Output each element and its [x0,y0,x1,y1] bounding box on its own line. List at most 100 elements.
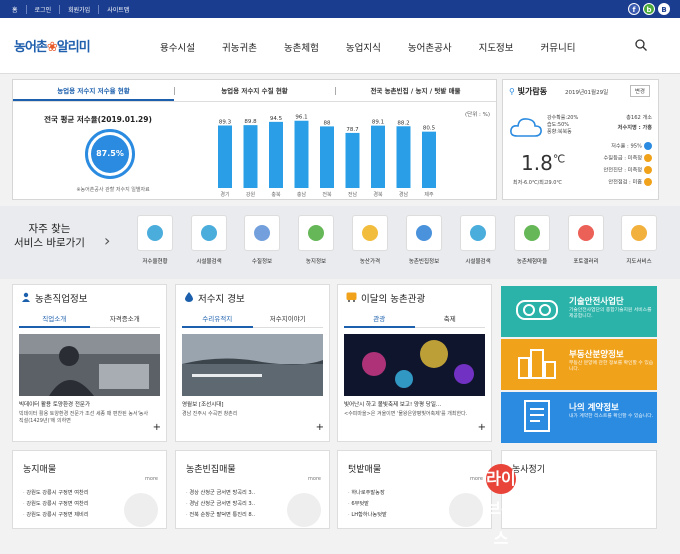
list-item[interactable]: 6무텃밭 [348,499,387,510]
banner-real-estate[interactable]: 부동산분양정보 부동산 분양에 관한 정보를 확인할 수 있습니다. [501,339,657,390]
buildings-icon [518,349,556,379]
weather-date: 2019년01월29일 [565,90,609,96]
service-icon [621,215,657,251]
service-item[interactable]: 농촌체험마을 [507,215,557,265]
band-icon[interactable]: B [658,3,670,15]
nav-facilities[interactable]: 용수시설 [160,40,195,54]
nav-knowledge[interactable]: 농업지식 [346,40,381,54]
more-link[interactable]: more [470,476,483,482]
bar-전북 [320,126,334,188]
service-label: 농촌빈집정보 [408,259,440,265]
nav-experience[interactable]: 농촌체험 [284,40,319,54]
wind: 풍향:북북동 [547,129,572,135]
bar-충북 [269,121,283,188]
more-link[interactable]: more [308,476,321,482]
signup-link[interactable]: 회원가입 [59,5,90,14]
sitemap-link[interactable]: 사이트맵 [98,5,129,14]
card-caption[interactable]: 빅데이터 활용 토양환경 전문가 [19,400,160,408]
list-item[interactable]: 경남 산청군 금서면 방곡리 3.. [186,499,255,510]
card-photo[interactable] [344,334,485,396]
tab-storage-rate[interactable]: 농업용 저수지 저수율 현황 [13,80,174,101]
card-caption[interactable]: 영월보 [조선시대] [182,400,323,408]
plus-icon[interactable]: + [478,422,486,433]
temp-value: 1.8 [521,151,553,175]
banner-tech-safety[interactable]: 기술안전사업단 기술안전사업단의 종합기술지원 서비스를 제공합니다. [501,286,657,337]
nav-corporation[interactable]: 농어촌공사 [408,40,452,54]
diagnosis-row: 안전진단 : 미측정 [604,166,652,174]
category-label: 강원 [246,191,256,198]
blog-icon[interactable]: b [643,3,655,15]
service-item[interactable]: 농촌빈집정보 [399,215,449,265]
rural-jobs-card: 농촌직업정보 직업소개 자격증소개 빅데이터 활용 토양환경 전문가 빅데이터 활… [12,284,167,442]
tab-historic-sites[interactable]: 수리유적지 [182,312,253,328]
farmland-listings: 농지매물 more 강원도 강릉시 구정면 여찬리강원도 강릉시 구정면 여찬리… [12,450,167,529]
service-item[interactable]: 시설물검색 [184,215,234,265]
category-label: 전북 [322,191,332,198]
sns-links: f b B [625,3,670,15]
home-link[interactable]: 홈 [12,5,18,14]
bar-value-label: 94.5 [270,116,283,122]
service-item[interactable]: 농산가격 [345,215,395,265]
service-item[interactable]: 저수율현황 [130,215,180,265]
site-header: 농어촌❀알리미 용수시설 귀농귀촌 농촌체험 농업지식 농어촌공사 지도정보 커… [0,18,680,74]
nav-map[interactable]: 지도정보 [479,40,514,54]
inspection-dot-icon [644,178,652,186]
facebook-icon[interactable]: f [628,3,640,15]
service-icon [514,215,550,251]
search-icon[interactable] [634,38,648,52]
card-caption[interactable]: 빛어난시 하고 볼빛축제 보고! 양평 당일... [344,400,485,408]
card-photo[interactable] [182,334,323,396]
tab-listings[interactable]: 전국 농촌빈집 / 농지 / 텃밭 매물 [335,80,496,101]
utility-links: 홈 로그인 회원가입 사이트맵 [12,5,137,14]
list-item[interactable]: 전북 순창군 팔덕면 통진리 8.. [186,510,255,521]
service-item[interactable]: 지도서비스 [614,215,664,265]
list-item[interactable]: 하나로주말농장 [348,488,387,499]
list-item[interactable]: 경상 산청군 금서면 방곡리 3.. [186,488,255,499]
tab-reservoir-stories[interactable]: 저수지이야기 [252,312,323,328]
service-item[interactable]: 농지정보 [291,215,341,265]
service-label: 농촌체험마을 [516,259,548,265]
service-item[interactable]: 포토갤러리 [561,215,611,265]
nav-community[interactable]: 커뮤니티 [541,40,576,54]
card-photo[interactable] [19,334,160,396]
tab-festival[interactable]: 축제 [414,312,485,328]
more-link[interactable]: more [145,476,158,482]
list-item[interactable]: 강원도 강릉시 구정면 여찬리 [23,499,88,510]
reservoir-tabs: 농업용 저수지 저수율 현황 농업용 저수지 수질 현황 전국 농촌빈집 / 농… [13,80,496,102]
service-label: 농지정보 [305,259,327,265]
plus-icon[interactable]: + [316,422,324,433]
location-name: 빛가람동 [517,87,548,96]
bar-value-label: 88 [324,120,331,126]
banner-my-contract[interactable]: 나의 계약정보 내가 계약한 리스트를 확인할 수 있습니다. [501,392,657,443]
bar-강원 [243,125,258,188]
bar-value-label: 78.7 [346,127,359,133]
main-nav: 용수시설 귀농귀촌 농촌체험 농업지식 농어촌공사 지도정보 커뮤니티 [160,40,603,54]
diagnosis-dot-icon [644,166,652,174]
plus-icon[interactable]: + [153,422,161,433]
change-location-button[interactable]: 변경 [629,85,650,97]
tab-license-intro[interactable]: 자격증소개 [89,312,160,328]
bar-value-label: 89.1 [372,120,384,126]
quick-title-line2: 서비스 바로가기 [14,237,85,249]
service-item[interactable]: 시설물검색 [453,215,503,265]
card-tabs: 관광 축제 [344,312,485,328]
category-label: 제주 [424,191,434,198]
list-item[interactable]: 강원도 강릉시 구정면 제비리 [23,510,88,521]
list-item[interactable]: 강원도 강릉시 구정면 여찬리 [23,488,88,499]
list-item[interactable]: LH함하나농텃밭 [348,510,386,521]
login-link[interactable]: 로그인 [25,5,51,14]
nav-return-farm[interactable]: 귀농귀촌 [222,40,257,54]
rate-row: 저수율 : 95% [611,142,652,150]
tab-tourism[interactable]: 관광 [344,312,415,328]
tab-job-intro[interactable]: 직업소개 [19,312,90,328]
tab-water-quality[interactable]: 농업용 저수지 수질 현황 [174,80,335,101]
weather-details: 강수확률:20% 습도:50% 풍향:북북동 [547,115,578,136]
site-logo[interactable]: 농어촌❀알리미 [14,36,91,55]
average-value: 87.5% [91,135,129,173]
watermark-logo: 라이브뉴스 [486,464,654,548]
logo-text-1: 농어촌 [14,40,48,55]
banner-title: 기술안전사업단 [569,297,624,307]
service-item[interactable]: 수질정보 [237,215,287,265]
bar-경기 [218,125,232,188]
goggles-icon [516,300,558,320]
